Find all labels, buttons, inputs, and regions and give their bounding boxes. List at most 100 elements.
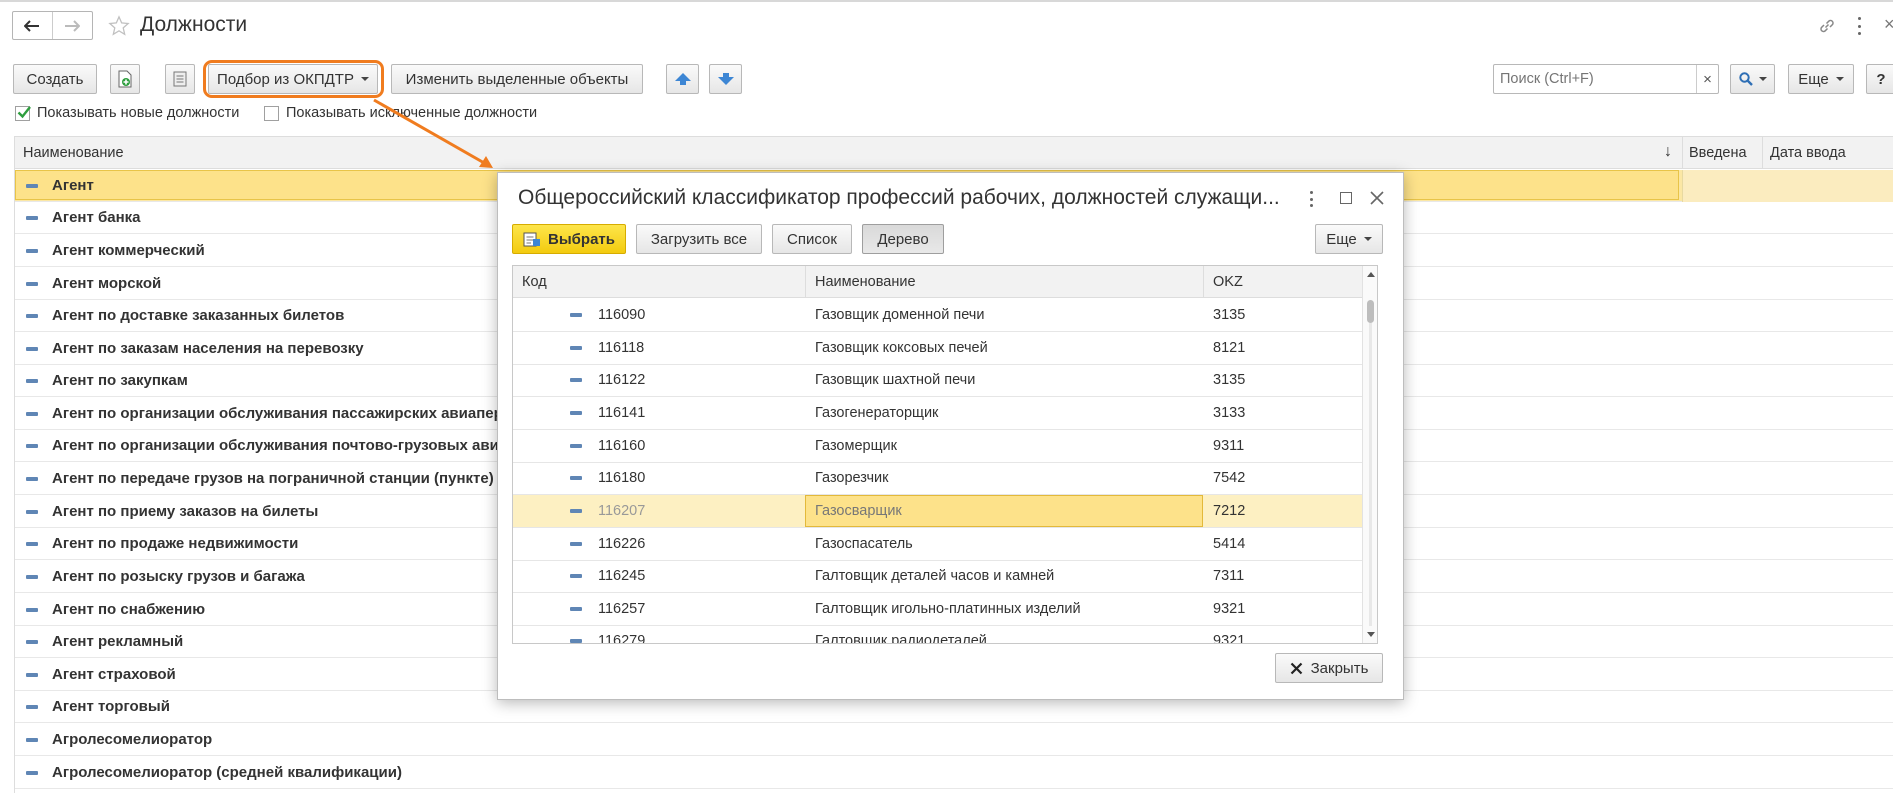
column-header-date[interactable]: Дата ввода bbox=[1770, 145, 1846, 161]
row-marker-icon bbox=[26, 281, 38, 286]
cell-okz: 9311 bbox=[1213, 438, 1245, 454]
cell-okz: 7542 bbox=[1213, 470, 1246, 486]
scroll-down-arrow-icon[interactable] bbox=[1367, 632, 1375, 637]
column-header-introduced[interactable]: Введена bbox=[1689, 145, 1747, 161]
create-button[interactable]: Создать bbox=[13, 64, 97, 94]
search-clear-button[interactable]: × bbox=[1696, 65, 1718, 93]
column-divider bbox=[1762, 137, 1763, 168]
cell-code: 116207 bbox=[598, 503, 646, 519]
scroll-up-arrow-icon[interactable] bbox=[1367, 272, 1375, 277]
list-icon bbox=[173, 71, 187, 87]
cell-name: Газовщик доменной печи bbox=[815, 307, 985, 323]
edit-selected-button[interactable]: Изменить выделенные объекты bbox=[391, 64, 643, 94]
table-row[interactable]: 116245 Галтовщик деталей часов и камней 73… bbox=[513, 560, 1362, 593]
row-label: Агент морской bbox=[52, 275, 162, 292]
arrow-down-icon bbox=[717, 73, 734, 85]
tree-mode-button[interactable]: Дерево bbox=[862, 224, 944, 254]
row-label: Агент по передаче грузов на пограничной … bbox=[52, 470, 494, 487]
row-marker-icon bbox=[26, 443, 38, 448]
column-header-name[interactable]: Наименование bbox=[23, 145, 124, 161]
table-row[interactable]: Агролесомелиоратор bbox=[15, 724, 1893, 756]
row-marker-icon bbox=[26, 574, 38, 579]
row-label: Агролесомелиоратор bbox=[52, 731, 213, 748]
table-row[interactable]: 116180 Газорезчик 7542 bbox=[513, 462, 1362, 495]
classifier-table: Код Наименование OKZ 116090 Газовщик доме… bbox=[512, 265, 1378, 644]
row-label: Агент bbox=[52, 177, 94, 194]
show-excluded-checkbox[interactable] bbox=[264, 106, 279, 121]
row-marker-icon bbox=[570, 313, 582, 317]
dialog-kebab-icon[interactable] bbox=[1310, 191, 1314, 207]
chevron-down-icon bbox=[1758, 77, 1767, 81]
arrow-left-icon bbox=[24, 19, 40, 32]
row-marker-icon bbox=[26, 509, 38, 514]
table-row[interactable]: Агролесомелиоратор (средней квалификации… bbox=[15, 757, 1893, 789]
cell-okz: 8121 bbox=[1213, 340, 1246, 356]
list-mode-button[interactable]: Список bbox=[772, 224, 852, 254]
right-column-area bbox=[1682, 170, 1893, 202]
kebab-menu-icon[interactable] bbox=[1858, 17, 1862, 35]
show-new-label: Показывать новые должности bbox=[37, 105, 240, 121]
table-row[interactable]: 116226 Газоспасатель 5414 bbox=[513, 528, 1362, 561]
dialog-more-label: Еще bbox=[1326, 230, 1357, 248]
more-button-label: Еще bbox=[1798, 70, 1829, 88]
scroll-thumb[interactable] bbox=[1367, 300, 1374, 323]
row-marker-icon bbox=[570, 411, 582, 415]
table-row[interactable]: 116122 Газовщик шахтной печи 3135 bbox=[513, 364, 1362, 397]
maximize-icon[interactable] bbox=[1340, 192, 1352, 204]
forward-button[interactable] bbox=[53, 12, 93, 39]
column-header-okz[interactable]: OKZ bbox=[1213, 274, 1243, 290]
row-label: Агент по розыску грузов и багажа bbox=[52, 568, 305, 585]
vertical-scrollbar[interactable] bbox=[1362, 266, 1377, 643]
cell-okz: 5414 bbox=[1213, 536, 1246, 552]
back-button[interactable] bbox=[13, 12, 53, 39]
link-icon[interactable] bbox=[1818, 17, 1836, 35]
row-label: Агент по организации обслуживания пассаж… bbox=[52, 405, 503, 422]
load-all-button[interactable]: Загрузить все bbox=[636, 224, 762, 254]
table-row[interactable]: 116141 Газогенераторщик 3133 bbox=[513, 397, 1362, 430]
arrow-right-icon bbox=[65, 19, 81, 32]
cell-code: 116257 bbox=[598, 601, 646, 617]
move-up-button[interactable] bbox=[666, 64, 699, 94]
window-close-icon[interactable]: × bbox=[1884, 14, 1893, 35]
table-row[interactable]: 116279 Галтовщик радиодеталей 9321 bbox=[513, 625, 1362, 644]
table-row[interactable]: 116257 Галтовщик игольно-платинных издели… bbox=[513, 593, 1362, 626]
row-label: Агент торговый bbox=[52, 698, 170, 715]
cell-okz: 3135 bbox=[1213, 372, 1246, 388]
cell-okz: 9321 bbox=[1213, 633, 1246, 644]
row-marker-icon bbox=[570, 444, 582, 448]
cell-code: 116160 bbox=[598, 438, 646, 454]
table-row[interactable]: 116090 Газовщик доменной печи 3135 bbox=[513, 299, 1362, 332]
search-options-button[interactable] bbox=[1730, 64, 1775, 94]
move-down-button[interactable] bbox=[709, 64, 742, 94]
close-icon[interactable] bbox=[1370, 191, 1384, 205]
row-label: Агент коммерческий bbox=[52, 242, 205, 259]
close-dialog-button[interactable]: Закрыть bbox=[1275, 653, 1383, 683]
column-header-code[interactable]: Код bbox=[522, 274, 547, 290]
table-row[interactable]: 116118 Газовщик коксовых печей 8121 bbox=[513, 332, 1362, 365]
table-row-selected[interactable]: 116207 Газосварщик 7212 bbox=[513, 495, 1362, 528]
cell-code: 116279 bbox=[598, 633, 646, 644]
search-input[interactable] bbox=[1494, 65, 1696, 93]
dialog-more-button[interactable]: Еще bbox=[1315, 224, 1383, 254]
cell-name: Газовщик коксовых печей bbox=[815, 340, 988, 356]
select-button[interactable]: Выбрать bbox=[512, 224, 626, 254]
table-header: Наименование ↓ Введена Дата ввода bbox=[14, 136, 1893, 169]
cell-code: 116180 bbox=[598, 470, 646, 486]
cell-name: Газоспасатель bbox=[815, 536, 913, 552]
cell-code: 116090 bbox=[598, 307, 646, 323]
help-button[interactable]: ? bbox=[1866, 64, 1893, 94]
table-row[interactable]: 116160 Газомерщик 9311 bbox=[513, 430, 1362, 463]
annotation-arrow bbox=[373, 98, 493, 168]
list-view-button[interactable] bbox=[165, 64, 195, 94]
row-marker-icon bbox=[26, 183, 38, 188]
more-button[interactable]: Еще bbox=[1788, 64, 1854, 94]
create-copy-button[interactable] bbox=[110, 64, 140, 94]
row-marker-icon bbox=[26, 607, 38, 612]
select-button-label: Выбрать bbox=[548, 230, 615, 248]
cell-okz: 3135 bbox=[1213, 307, 1246, 323]
close-icon bbox=[1290, 662, 1302, 674]
search-box: × bbox=[1493, 64, 1719, 94]
star-icon[interactable] bbox=[108, 15, 130, 37]
column-header-name[interactable]: Наименование bbox=[815, 274, 916, 290]
cell-okz: 3133 bbox=[1213, 405, 1246, 421]
